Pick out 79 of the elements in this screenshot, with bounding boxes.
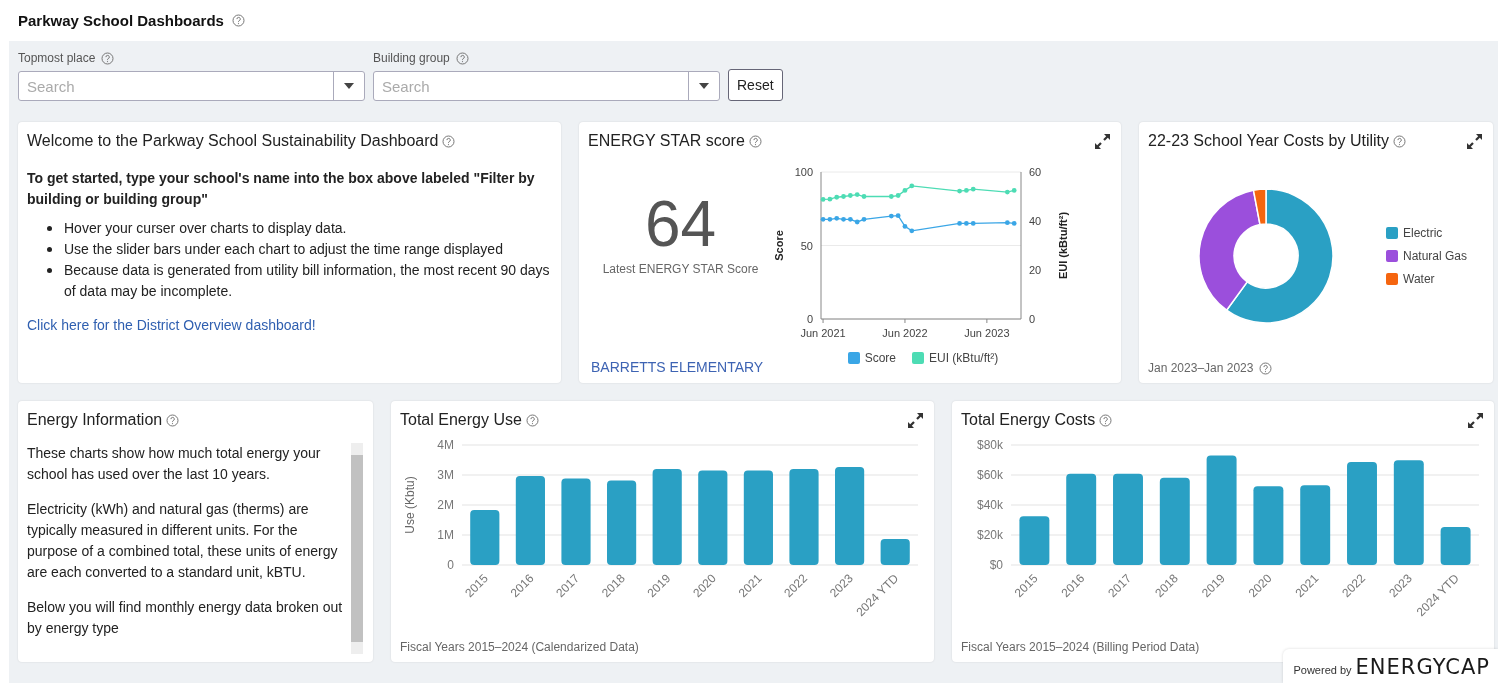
bullet-icon — [47, 226, 52, 231]
info-paragraph: Electricity (kWh) and natural gas (therms) are typically measured in different units. For the purpose of a combined total, these units of energy are each converted to a standard unit, kBTU. — [27, 500, 339, 582]
score-value: 64 — [644, 192, 717, 256]
help-icon — [1259, 361, 1273, 375]
help-icon — [101, 51, 115, 65]
card-title: Welcome to the Parkway School Sustainability Dashboard — [27, 132, 439, 150]
powered-by-badge[interactable]: Powered by ENERGYCAP — [1283, 649, 1498, 683]
search-input[interactable]: Search — [374, 72, 688, 100]
card-title: Total Energy Use — [400, 411, 522, 429]
expand-icon[interactable] — [1467, 411, 1484, 429]
bullet-text: Because data is generated from utility bill information, the most recent 90 days of data may be incomplete. — [64, 261, 551, 301]
legend-label: Electric — [1403, 225, 1443, 240]
expand-icon[interactable] — [1466, 132, 1483, 150]
legend-label: Score — [864, 351, 896, 365]
axis-tick-label: 4M — [437, 438, 454, 452]
info-paragraph: These charts show how much total energy your school has used over the last 10 years. — [27, 444, 322, 484]
axis-tick-label: 0 — [1029, 313, 1036, 325]
legend-label: Water — [1403, 271, 1435, 286]
legend-label: Natural Gas — [1403, 248, 1468, 263]
caret-icon — [344, 83, 354, 89]
axis-tick-label: $60k — [976, 468, 1003, 482]
help-icon — [1099, 413, 1113, 427]
search-dropdown[interactable]: Search — [18, 71, 365, 101]
date-range: Jan 2023–Jan 2023 — [1148, 361, 1254, 375]
card-title: 22-23 School Year Costs by Utility — [1148, 132, 1389, 150]
caret-icon — [699, 83, 709, 89]
scrollbar[interactable] — [351, 443, 363, 654]
score-label: Latest ENERGY STAR Score — [602, 262, 759, 276]
axis-tick-label: 0 — [806, 313, 813, 325]
dashboard-link[interactable]: Click here for the District Overview dashboard! — [27, 317, 316, 333]
axis-title: Use (Kbtu) — [403, 476, 417, 534]
card-title: Total Energy Costs — [961, 411, 1096, 429]
axis-tick-label: 50 — [800, 239, 813, 252]
building-link[interactable]: BARRETTS ELEMENTARY — [591, 359, 773, 375]
info-paragraph: Below you will find monthly energy data broken out by energy type — [27, 598, 344, 638]
axis-tick-label: 0 — [447, 558, 454, 572]
expand-icon[interactable] — [1094, 132, 1111, 150]
help-icon — [1393, 134, 1406, 148]
axis-tick-label: 20 — [1029, 264, 1042, 276]
search-input[interactable]: Search — [19, 72, 333, 100]
page-title: Parkway School Dashboards — [18, 12, 224, 29]
axis-title: EUI (kBtu/ft²) — [1057, 211, 1069, 280]
field-label: Building group — [373, 51, 450, 65]
brand-logo: ENERGYCAP — [1355, 655, 1490, 679]
axis-tick-label: 60 — [1029, 166, 1042, 178]
help-icon — [455, 51, 469, 65]
axis-tick-label: 1M — [437, 528, 454, 542]
bullet-icon — [47, 247, 52, 252]
chart-caption: Fiscal Years 2015–2024 (Calendarized Data) — [400, 640, 640, 654]
axis-tick-label: $20k — [976, 528, 1003, 542]
help-icon — [748, 134, 762, 148]
help-icon — [231, 14, 245, 27]
axis-tick-label: $0 — [989, 558, 1003, 572]
bullet-text: Hover your curser over charts to display data. — [64, 219, 347, 238]
bullet-icon — [47, 268, 52, 273]
badge-text: Powered by — [1293, 664, 1352, 676]
axis-tick-label: $40k — [976, 498, 1003, 512]
axis-tick-label: 2M — [437, 498, 454, 512]
legend-label: EUI (kBtu/ft²) — [929, 351, 999, 365]
help-icon — [442, 134, 456, 148]
search-dropdown[interactable]: Search — [373, 71, 720, 101]
field-label: Topmost place — [18, 51, 96, 65]
card-title: ENERGY STAR score — [588, 132, 745, 150]
axis-tick-label: $80k — [976, 438, 1003, 452]
bullet-text: Use the slider bars under each chart to adjust the time range displayed — [64, 240, 503, 259]
card-title: Energy Information — [27, 411, 163, 429]
help-icon — [525, 413, 539, 427]
axis-title: Score — [773, 230, 785, 261]
axis-tick-label: Jun 2021 — [800, 327, 846, 339]
axis-tick-label: Jun 2023 — [964, 327, 1010, 339]
axis-tick-label: Jun 2022 — [882, 327, 928, 339]
axis-tick-label: 40 — [1029, 215, 1042, 227]
help-icon — [166, 413, 180, 427]
expand-icon[interactable] — [907, 411, 924, 429]
reset-button[interactable]: Reset — [728, 69, 783, 101]
chart-caption: Fiscal Years 2015–2024 (Billing Period Data) — [961, 640, 1201, 654]
axis-tick-label: 100 — [794, 166, 813, 178]
intro-text: To get started, type your school's name into the box above labeled "Filter by building or building group" — [27, 169, 536, 209]
axis-tick-label: 3M — [437, 468, 454, 482]
